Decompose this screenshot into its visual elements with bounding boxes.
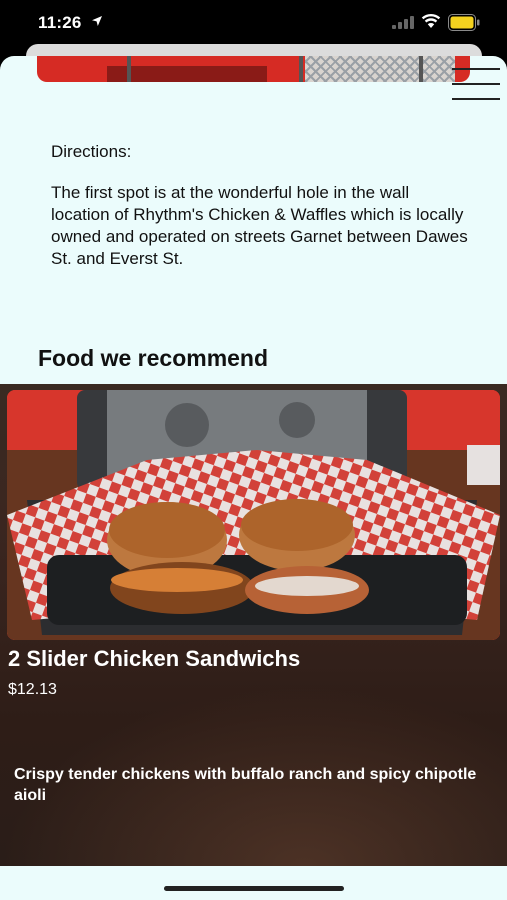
wifi-icon xyxy=(421,14,441,28)
location-arrow-icon xyxy=(92,16,102,26)
directions-section: Directions: The first spot is at the won… xyxy=(51,141,471,270)
food-item-price: $12.13 xyxy=(8,681,57,698)
home-indicator[interactable] xyxy=(164,886,344,891)
directions-heading: Directions: xyxy=(51,142,132,161)
content-sheet[interactable]: Directions: The first spot is at the won… xyxy=(0,56,507,900)
status-time: 11:26 xyxy=(38,13,82,32)
food-photo xyxy=(7,390,500,640)
food-card[interactable]: 2 Slider Chicken Sandwichs $12.13 Crispy… xyxy=(0,384,507,866)
status-bar: 11:26 xyxy=(0,0,507,46)
battery-icon xyxy=(448,14,480,31)
directions-text: The first spot is at the wonderful hole … xyxy=(51,183,468,268)
hamburger-menu-icon[interactable] xyxy=(452,66,500,102)
food-recommend-title: Food we recommend xyxy=(38,345,269,371)
cellular-signal-icon xyxy=(392,16,414,29)
header-photo xyxy=(37,56,470,82)
food-item-name: 2 Slider Chicken Sandwichs xyxy=(8,646,301,671)
food-item-description: Crispy tender chickens with buffalo ranc… xyxy=(14,766,477,804)
